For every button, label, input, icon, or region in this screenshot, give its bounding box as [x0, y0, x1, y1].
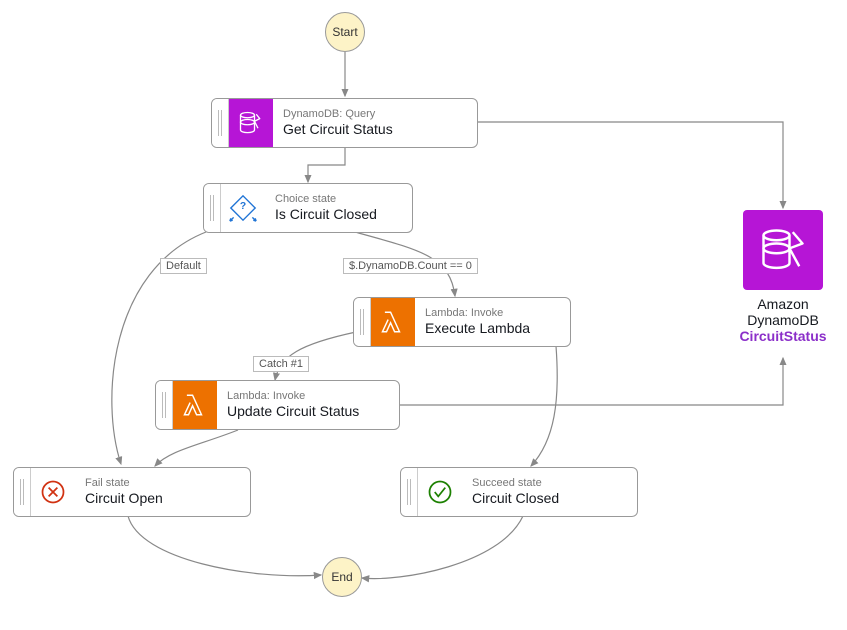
- end-label: End: [331, 570, 352, 584]
- start-label: Start: [332, 25, 357, 39]
- state-subtitle: DynamoDB: Query: [283, 108, 467, 121]
- state-update-circuit-status[interactable]: Lambda: Invoke Update Circuit Status: [155, 380, 400, 430]
- state-subtitle: Succeed state: [472, 477, 627, 490]
- state-title: Execute Lambda: [425, 320, 560, 337]
- edge-label-count-zero: $.DynamoDB.Count == 0: [343, 258, 478, 274]
- choice-icon: ?: [221, 184, 265, 232]
- resource-line3: CircuitStatus: [723, 328, 843, 344]
- state-subtitle: Fail state: [85, 477, 240, 490]
- state-circuit-closed[interactable]: Succeed state Circuit Closed: [400, 467, 638, 517]
- state-subtitle: Choice state: [275, 193, 402, 206]
- dynamodb-icon: [229, 99, 273, 147]
- dynamodb-service-icon: [743, 210, 823, 290]
- drag-handle-icon[interactable]: [401, 468, 418, 516]
- fail-icon: [31, 468, 75, 516]
- drag-handle-icon[interactable]: [204, 184, 221, 232]
- edge-label-catch1: Catch #1: [253, 356, 309, 372]
- state-title: Update Circuit Status: [227, 403, 389, 420]
- state-circuit-open[interactable]: Fail state Circuit Open: [13, 467, 251, 517]
- state-subtitle: Lambda: Invoke: [425, 307, 560, 320]
- state-title: Circuit Closed: [472, 490, 627, 507]
- resource-line2: DynamoDB: [723, 312, 843, 328]
- drag-handle-icon[interactable]: [14, 468, 31, 516]
- state-get-circuit-status[interactable]: DynamoDB: Query Get Circuit Status: [211, 98, 478, 148]
- resource-line1: Amazon: [723, 296, 843, 312]
- svg-text:?: ?: [240, 201, 246, 212]
- state-title: Is Circuit Closed: [275, 206, 402, 223]
- state-subtitle: Lambda: Invoke: [227, 390, 389, 403]
- end-node[interactable]: End: [322, 557, 362, 597]
- lambda-icon: [371, 298, 415, 346]
- edge-label-default: Default: [160, 258, 207, 274]
- drag-handle-icon[interactable]: [212, 99, 229, 147]
- drag-handle-icon[interactable]: [156, 381, 173, 429]
- state-title: Circuit Open: [85, 490, 240, 507]
- succeed-icon: [418, 468, 462, 516]
- start-node[interactable]: Start: [325, 12, 365, 52]
- lambda-icon: [173, 381, 217, 429]
- state-execute-lambda[interactable]: Lambda: Invoke Execute Lambda: [353, 297, 571, 347]
- state-is-circuit-closed[interactable]: ? Choice state Is Circuit Closed: [203, 183, 413, 233]
- drag-handle-icon[interactable]: [354, 298, 371, 346]
- state-title: Get Circuit Status: [283, 121, 467, 138]
- resource-dynamodb[interactable]: Amazon DynamoDB CircuitStatus: [723, 210, 843, 344]
